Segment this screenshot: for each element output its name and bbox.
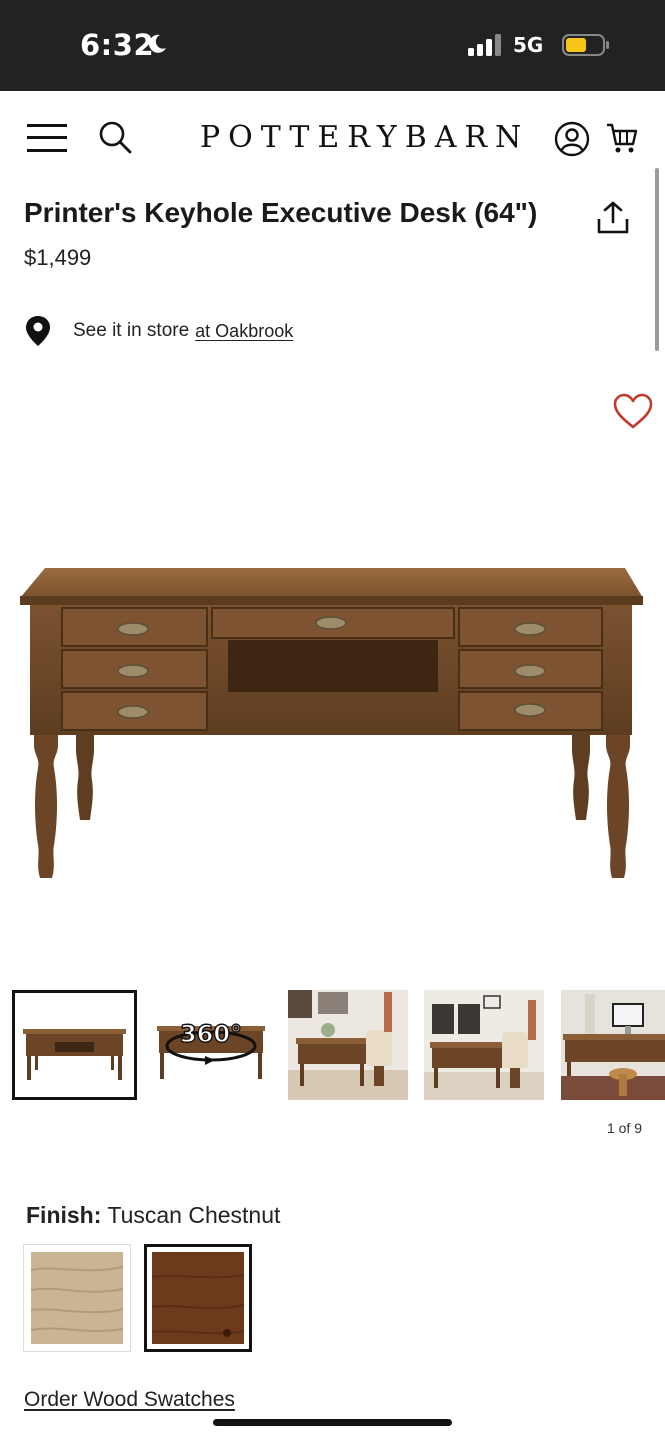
order-wood-swatches-link[interactable]: Order Wood Swatches xyxy=(24,1388,235,1412)
scrollbar[interactable] xyxy=(655,168,659,351)
product-hero-image[interactable] xyxy=(0,520,665,920)
store-availability: See it in store at Oakbrook xyxy=(24,315,293,347)
account-icon[interactable] xyxy=(554,121,590,157)
finish-value: Tuscan Chestnut xyxy=(107,1202,281,1228)
gallery-counter: 1 of 9 xyxy=(606,1120,642,1136)
product-title: Printer's Keyhole Executive Desk (64") xyxy=(24,197,538,228)
product-price: $1,499 xyxy=(24,245,92,270)
swatch-tuscan-chestnut[interactable] xyxy=(144,1244,252,1352)
gallery-thumbnails: 360° xyxy=(0,990,665,1102)
search-icon[interactable] xyxy=(98,120,132,154)
location-pin-icon xyxy=(26,316,50,346)
battery-icon xyxy=(562,34,609,56)
hamburger-icon[interactable] xyxy=(27,124,67,152)
finish-label: Finish: Tuscan Chestnut xyxy=(26,1202,280,1229)
moon-icon xyxy=(149,34,166,53)
share-icon[interactable] xyxy=(596,200,630,236)
finish-label-key: Finish: xyxy=(26,1202,102,1228)
signal-icon xyxy=(468,34,501,56)
store-text: See it in store xyxy=(73,320,190,341)
badge-360-text: 360° xyxy=(180,1020,242,1048)
cart-icon[interactable] xyxy=(605,121,639,155)
store-link[interactable]: at Oakbrook xyxy=(195,321,293,342)
favorite-heart-icon[interactable] xyxy=(612,392,654,430)
network-type: 5G xyxy=(513,33,544,57)
thumbnail-desk-room-2[interactable] xyxy=(424,990,544,1100)
swatch-light-wood[interactable] xyxy=(23,1244,131,1352)
thumbnail-desk-front[interactable] xyxy=(12,990,137,1100)
thumbnail-desk-room-3[interactable] xyxy=(561,990,665,1100)
home-indicator[interactable] xyxy=(213,1419,452,1426)
status-time: 6:32 xyxy=(80,28,155,62)
thumbnail-desk-room-1[interactable] xyxy=(288,990,408,1100)
pottery-barn-logo[interactable]: POTTERYBARN xyxy=(200,120,521,155)
status-bar: 6:32 5G xyxy=(0,0,665,91)
thumbnail-desk-360[interactable]: 360° xyxy=(153,990,269,1100)
